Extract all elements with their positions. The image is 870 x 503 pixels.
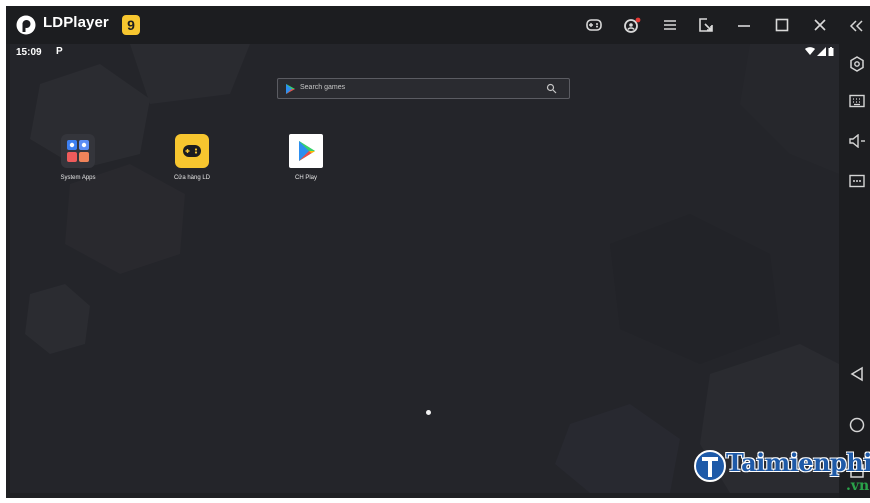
volume-icon[interactable]: [849, 130, 870, 152]
play-store-icon: [289, 134, 323, 168]
android-screen[interactable]: 15:09 P Search games System Apps Cửa hàn…: [10, 44, 839, 493]
notification-p-icon: P: [56, 46, 63, 57]
search-placeholder: Search games: [300, 84, 346, 91]
hexagon-wallpaper: [25, 44, 839, 493]
home-icon[interactable]: [849, 414, 870, 436]
folder-icon: [61, 134, 95, 168]
version-badge: 9: [122, 15, 140, 35]
more-icon[interactable]: [849, 170, 870, 192]
right-toolbar: [839, 6, 870, 498]
battery-icon: [828, 47, 834, 56]
maximize-icon[interactable]: [772, 15, 792, 35]
wifi-icon: [805, 47, 815, 55]
gamepad-icon[interactable]: [584, 15, 604, 35]
watermark-tld: .vn: [846, 478, 870, 494]
keyboard-icon[interactable]: [849, 90, 870, 112]
watermark-brand: Taimienphi: [726, 448, 870, 477]
ldplayer-window: LDPlayer 9 15:09 P Search games System A…: [6, 6, 870, 498]
app-ch-play[interactable]: CH Play: [266, 134, 346, 181]
title-bar: LDPlayer 9: [6, 6, 870, 44]
app-label: Cửa hàng LD: [173, 175, 211, 181]
signal-icon: [817, 47, 826, 56]
app-label: System Apps: [60, 175, 96, 181]
ld-store-icon: [175, 134, 209, 168]
search-icon[interactable]: [546, 83, 557, 94]
search-games-bar[interactable]: Search games: [277, 78, 570, 99]
back-icon[interactable]: [849, 363, 870, 385]
menu-icon[interactable]: [660, 15, 680, 35]
close-icon[interactable]: [810, 15, 830, 35]
status-icons: [805, 47, 834, 56]
app-title: LDPlayer: [43, 14, 109, 31]
app-label: CH Play: [294, 175, 317, 181]
page-indicator-dot: [426, 410, 431, 415]
collapse-icon[interactable]: [849, 15, 870, 37]
settings-icon[interactable]: [849, 53, 870, 75]
status-time: 15:09: [16, 47, 42, 58]
ldplayer-logo-icon: [16, 15, 36, 35]
account-icon[interactable]: [622, 15, 642, 35]
multi-instance-icon[interactable]: [696, 15, 716, 35]
play-store-small-icon: [286, 84, 295, 94]
app-system-apps[interactable]: System Apps: [38, 134, 118, 181]
watermark-t-logo-icon: [694, 450, 726, 482]
status-bar: 15:09 P: [10, 44, 839, 62]
taimienphi-watermark: Taimienphi .vn: [690, 446, 870, 503]
minimize-icon[interactable]: [734, 15, 754, 35]
app-ld-store[interactable]: Cửa hàng LD: [152, 134, 232, 181]
